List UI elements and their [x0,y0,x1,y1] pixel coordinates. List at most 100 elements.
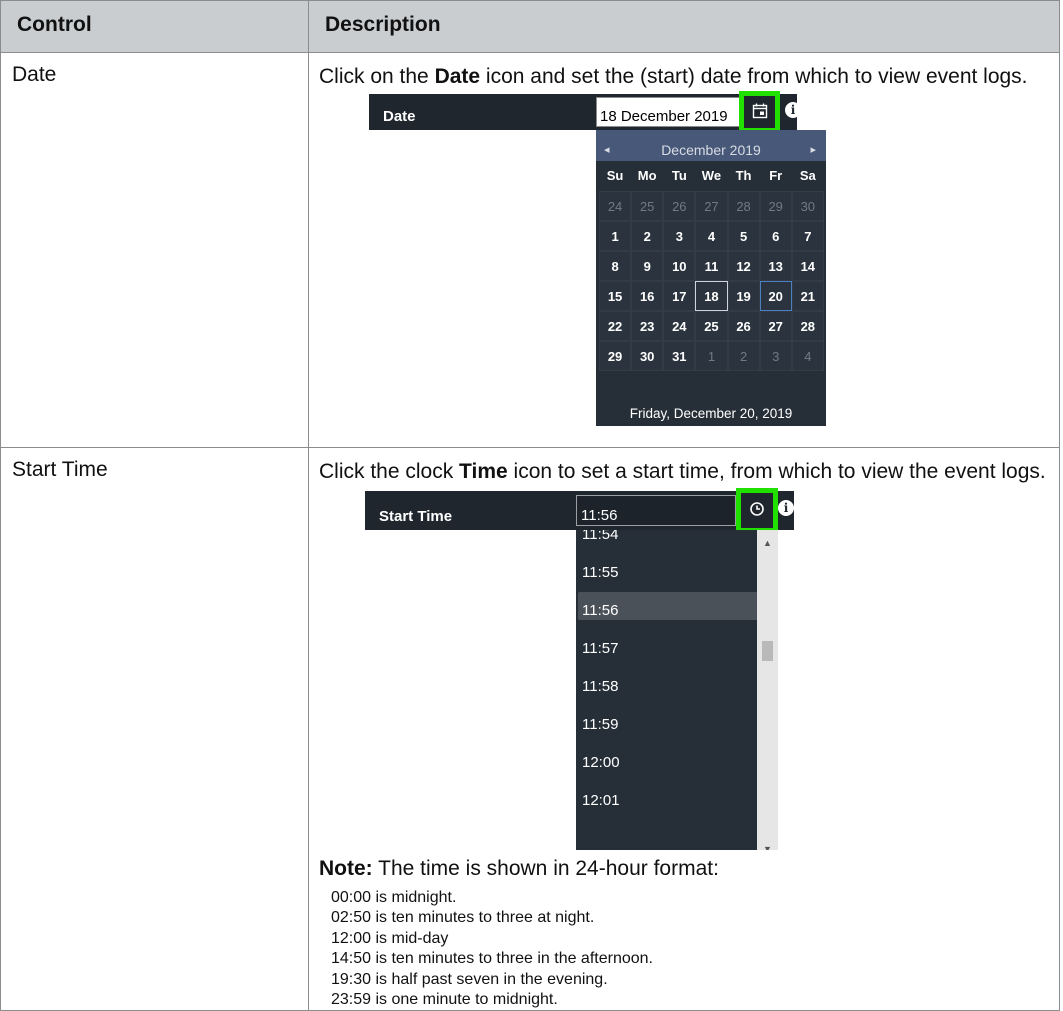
calendar-day[interactable]: 29 [759,191,792,221]
list-item: 02:50 is ten minutes to three at night. [331,909,595,927]
calendar-grid: Su Mo Tu We Th Fr Sa 24 25 26 27 28 29 30 1 2 3 4 5 6 7 8 9 10 1… [599,161,824,371]
weekday-label: We [701,168,722,183]
calendar-day[interactable]: 17 [663,281,696,311]
calendar-day[interactable]: 1 [695,341,728,371]
table-row-date: Date Click on the Date icon and set the … [0,52,1060,448]
calendar-day[interactable]: 4 [695,221,728,251]
time-dropdown-list: 11:54 11:55 11:56 11:57 11:58 11:59 12:00 12:01… [576,530,778,850]
list-item: 14:50 is ten minutes to three in the aft… [331,950,653,968]
calendar-day[interactable]: 11 [695,251,728,281]
weekday-label: Su [606,168,624,183]
calendar-day[interactable]: 24 [663,311,696,341]
calendar-day[interactable]: 26 [663,191,696,221]
calendar-day[interactable]: 20 [759,281,792,311]
weekday-label: Tu [671,168,687,183]
list-item: 00:00 is midnight. [331,889,457,906]
table-header-row: Control Description [0,0,1060,53]
calendar-month-label[interactable]: December 2019 [596,137,826,164]
table-row-start-time: Start Time Click the clock Time icon to … [0,446,1060,1011]
description-text: Click the clock Time icon to set a start… [319,460,1046,483]
column-header-control: Control [0,0,309,53]
controls-table: Control Description Date Click on the Da… [0,0,1060,1011]
time-option[interactable]: 11:58 [578,668,758,696]
calendar-day[interactable]: 26 [727,311,760,341]
column-header-description: Description [308,0,1060,53]
calendar-header: ◂ December 2019 ▸ [596,130,826,161]
time-input[interactable]: 11:56 [576,495,736,526]
weekday-label: Mo [637,168,657,183]
calendar-day[interactable]: 9 [631,251,664,281]
calendar-icon [752,99,768,126]
calendar-week-row: 15 16 17 18 19 20 21 [599,281,824,311]
calendar-week-row: 24 25 26 27 28 29 30 [599,191,824,221]
calendar-day[interactable]: 30 [631,341,664,371]
calendar-day[interactable]: 19 [727,281,760,311]
calendar-day[interactable]: 2 [727,341,760,371]
scroll-up-icon[interactable]: ▲ [757,530,778,557]
scroll-down-icon[interactable]: ▼ [757,836,778,850]
calendar-day[interactable]: 27 [695,191,728,221]
calendar-day[interactable]: 13 [759,251,792,281]
calendar-day[interactable]: 29 [599,341,632,371]
note-text: The time is shown in 24-hour format: [372,857,719,880]
description-text: Click on the Date icon and set the (star… [319,65,1028,88]
next-month-icon[interactable]: ▸ [810,137,816,164]
calendar-day[interactable]: 14 [791,251,824,281]
calendar-week-row: 29 30 31 1 2 3 4 [599,341,824,371]
description-date: Click on the Date icon and set the (star… [308,52,1060,448]
time-option[interactable]: 12:01 [578,782,758,810]
calendar-day[interactable]: 3 [759,341,792,371]
calendar-week-row: 8 9 10 11 12 13 14 [599,251,824,281]
info-icon[interactable]: i [785,102,801,118]
calendar-day[interactable]: 22 [599,311,632,341]
list-item: 12:00 is mid-day [331,929,449,947]
list-item: 19:30 is half past seven in the evening. [331,970,608,988]
calendar-day[interactable]: 16 [631,281,664,311]
info-icon[interactable]: i [778,500,794,516]
calendar-day[interactable]: 1 [599,221,632,251]
calendar-day[interactable]: 3 [663,221,696,251]
date-input[interactable]: 18 December 2019 [596,97,741,127]
calendar-day[interactable]: 2 [631,221,664,251]
time-field-label: Start Time [379,508,453,525]
calendar-day[interactable]: 25 [695,311,728,341]
calendar-day[interactable]: 28 [791,311,824,341]
calendar-day[interactable]: 10 [663,251,696,281]
clock-button[interactable] [736,488,778,533]
date-picker-screenshot: Date 18 December 2019 i ◂ December 2019 … [319,91,1051,428]
calendar-dropdown: ◂ December 2019 ▸ Su Mo Tu We Th Fr Sa 24 25 26 27… [596,130,826,426]
time-option[interactable]: 11:54 [578,530,758,544]
control-name-start-time: Start Time [0,446,309,1011]
time-list-scrollbar[interactable]: ▲ ▼ [757,530,778,850]
time-picker-screenshot: Start Time 11:56 i 11:54 11:55 11:56 11:… [319,488,1051,851]
calendar-day[interactable]: 30 [791,191,824,221]
control-name-date: Date [0,52,309,448]
scroll-thumb[interactable] [762,641,773,661]
calendar-day[interactable]: 25 [631,191,664,221]
calendar-day[interactable]: 4 [791,341,824,371]
time-option[interactable]: 11:57 [578,630,758,658]
time-option[interactable]: 12:00 [578,744,758,772]
calendar-today-footer[interactable]: Friday, December 20, 2019 [596,402,826,426]
weekday-label: Th [735,168,752,183]
time-option[interactable]: 11:56 [578,592,758,620]
calendar-day[interactable]: 15 [599,281,632,311]
clock-icon [749,497,765,524]
calendar-day[interactable]: 7 [791,221,824,251]
note: Note: The time is shown in 24-hour forma… [319,855,1051,882]
calendar-day[interactable]: 18 [695,281,728,311]
calendar-day[interactable]: 21 [791,281,824,311]
calendar-day[interactable]: 12 [727,251,760,281]
calendar-day[interactable]: 28 [727,191,760,221]
calendar-day[interactable]: 5 [727,221,760,251]
calendar-day[interactable]: 23 [631,311,664,341]
time-option[interactable]: 11:59 [578,706,758,734]
calendar-day[interactable]: 27 [759,311,792,341]
weekday-label: Sa [799,168,816,183]
time-option[interactable]: 11:55 [578,554,758,582]
calendar-day[interactable]: 8 [599,251,632,281]
calendar-button[interactable] [739,91,780,133]
calendar-day[interactable]: 31 [663,341,696,371]
calendar-day[interactable]: 6 [759,221,792,251]
calendar-day[interactable]: 24 [599,191,632,221]
